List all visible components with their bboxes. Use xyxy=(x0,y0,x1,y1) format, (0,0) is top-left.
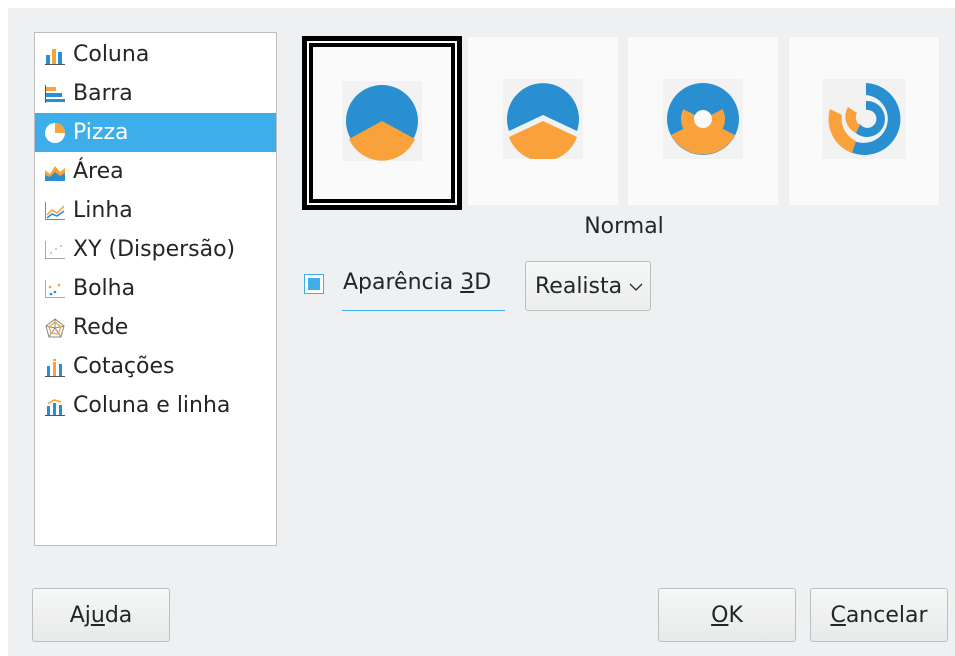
column-and-line-chart-icon xyxy=(41,394,69,418)
variant-exploded-pie[interactable] xyxy=(468,37,618,205)
help-button[interactable]: Aj u da xyxy=(32,588,170,642)
scheme-selected-value: Realista xyxy=(535,273,623,299)
chart-type-label: Rede xyxy=(73,315,129,340)
chart-type-item-net[interactable]: Rede xyxy=(35,308,276,347)
chart-type-item-pie[interactable]: Pizza xyxy=(35,113,276,152)
cancel-button[interactable]: Cancelar xyxy=(810,588,948,642)
chart-type-item-bubble[interactable]: Bolha xyxy=(35,269,276,308)
chart-type-item-bar[interactable]: Barra xyxy=(35,74,276,113)
chart-type-item-area[interactable]: Área xyxy=(35,152,276,191)
chart-type-label: Coluna xyxy=(73,42,150,67)
pie-normal-icon xyxy=(342,81,422,165)
chart-type-label: Barra xyxy=(73,81,133,106)
bar-chart-icon xyxy=(41,82,69,106)
ok-button[interactable]: OK xyxy=(658,588,796,642)
chart-type-item-stock[interactable]: Cotações xyxy=(35,347,276,386)
area-chart-icon xyxy=(41,160,69,184)
net-chart-icon xyxy=(41,316,69,340)
variant-normal-pie[interactable] xyxy=(302,36,462,210)
chart-type-list[interactable]: Coluna Barra Pizza Área Linha XY (Disper… xyxy=(34,32,277,546)
chart-type-label: XY (Dispersão) xyxy=(73,237,236,262)
bubble-chart-icon xyxy=(41,277,69,301)
chevron-down-icon xyxy=(629,277,643,296)
pie-exploded-icon xyxy=(503,79,583,163)
chart-type-label: Coluna e linha xyxy=(73,393,231,418)
variant-donut[interactable] xyxy=(628,37,778,205)
chart-type-item-column-line[interactable]: Coluna e linha xyxy=(35,386,276,425)
line-chart-icon xyxy=(41,199,69,223)
appearance-3d-label[interactable]: Aparência 3D xyxy=(343,270,491,295)
column-chart-icon xyxy=(41,43,69,67)
chart-type-label: Área xyxy=(73,159,124,184)
variant-caption: Normal xyxy=(584,214,664,239)
donut-icon xyxy=(663,79,743,163)
variant-exploded-donut[interactable] xyxy=(789,37,939,205)
scheme-combobox[interactable]: Realista xyxy=(525,261,651,311)
appearance-3d-checkbox[interactable] xyxy=(304,274,324,294)
chart-type-label: Linha xyxy=(73,198,133,223)
chart-type-item-column[interactable]: Coluna xyxy=(35,35,276,74)
chart-type-label: Cotações xyxy=(73,354,175,379)
chart-type-label: Pizza xyxy=(73,120,129,145)
checkbox-checked-mark xyxy=(308,278,320,290)
focus-underline xyxy=(342,310,505,311)
donut-exploded-icon xyxy=(822,79,906,163)
chart-type-item-xy[interactable]: XY (Dispersão) xyxy=(35,230,276,269)
xy-scatter-chart-icon xyxy=(41,238,69,262)
pie-chart-icon xyxy=(41,121,69,145)
chart-type-dialog: Coluna Barra Pizza Área Linha XY (Disper… xyxy=(8,8,955,656)
chart-type-label: Bolha xyxy=(73,276,136,301)
chart-type-item-line[interactable]: Linha xyxy=(35,191,276,230)
stock-chart-icon xyxy=(41,355,69,379)
